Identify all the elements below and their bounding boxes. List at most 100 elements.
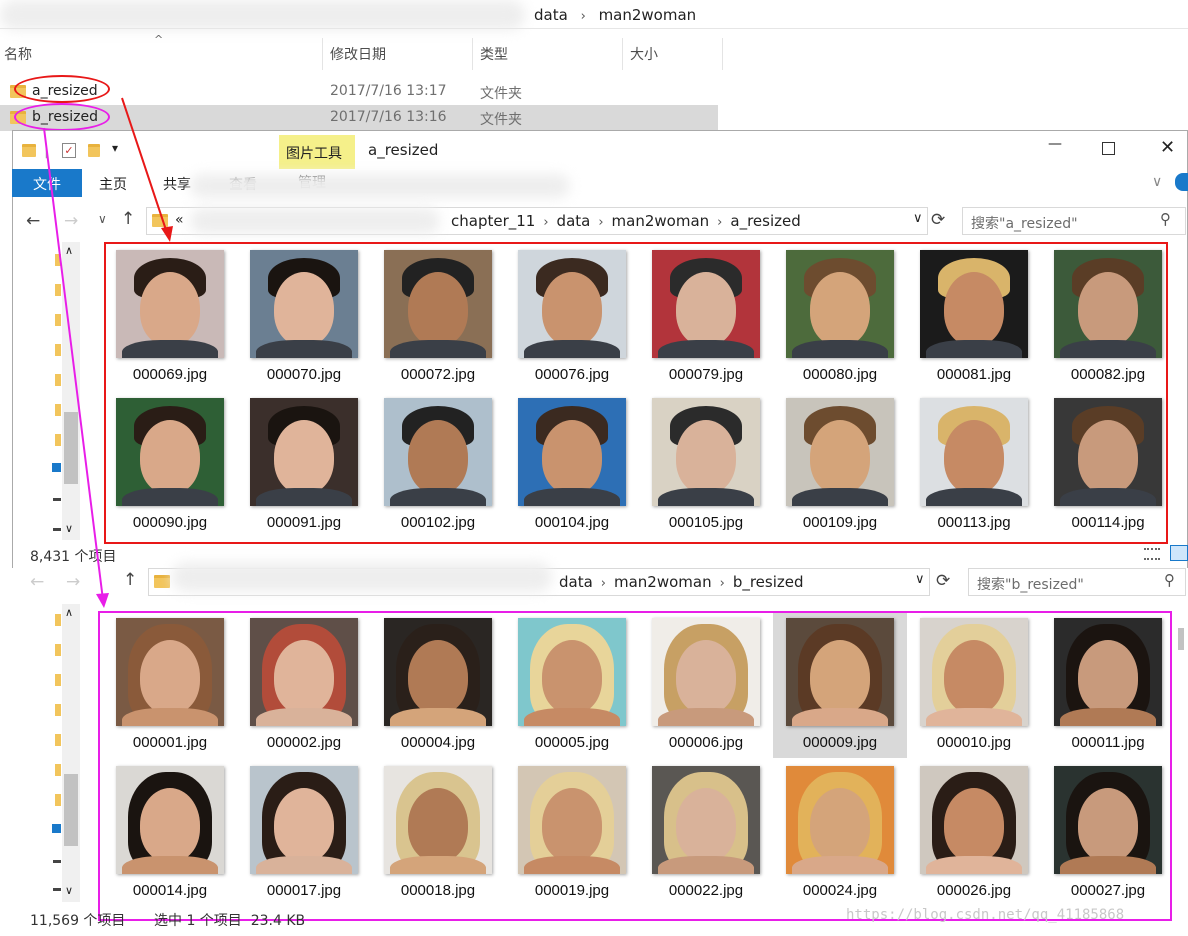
column-divider: [722, 38, 723, 70]
nav-folder-icon[interactable]: [55, 644, 61, 656]
crumb-data[interactable]: data: [557, 212, 591, 230]
column-header-date[interactable]: 修改日期: [330, 44, 386, 64]
minimize-button[interactable]: —: [1045, 136, 1065, 156]
crumb-man2woman[interactable]: man2woman: [614, 573, 712, 591]
overflow-chevron[interactable]: «: [175, 212, 184, 228]
quick-access-toolbar[interactable]: | ✓ ▾: [22, 141, 126, 161]
nav-pane-scrollbar[interactable]: ∧ ∨: [62, 604, 80, 902]
close-button[interactable]: ✕: [1160, 137, 1175, 158]
back-button[interactable]: ←: [30, 572, 44, 592]
separator: |: [44, 143, 49, 159]
details-view-icon[interactable]: [1144, 548, 1160, 560]
refresh-button[interactable]: ⟳: [931, 210, 945, 230]
scroll-down-arrow[interactable]: ∨: [65, 522, 73, 535]
chevron-right-icon: ›: [580, 9, 586, 24]
search-input-b[interactable]: 搜索"b_resized": [968, 568, 1186, 596]
column-header-name[interactable]: 名称: [4, 44, 32, 64]
crumb-man2woman[interactable]: man2woman: [612, 212, 710, 230]
nav-folder-icon[interactable]: [55, 434, 61, 446]
drive-icon[interactable]: [53, 498, 61, 501]
scroll-up-arrow[interactable]: ∧: [65, 606, 73, 619]
crumb-b-resized[interactable]: b_resized: [733, 573, 804, 591]
folder-type: 文件夹: [480, 86, 522, 102]
forward-button[interactable]: →: [64, 211, 78, 231]
scroll-up-arrow[interactable]: ∧: [65, 244, 73, 257]
scroll-down-arrow[interactable]: ∨: [65, 884, 73, 897]
address-bar-line: [0, 28, 1188, 29]
refresh-button[interactable]: ⟳: [936, 571, 950, 591]
column-header-size[interactable]: 大小: [630, 44, 658, 64]
drive-icon[interactable]: [53, 528, 61, 531]
ribbon-tab-share[interactable]: 共享: [163, 174, 191, 194]
blurred-address-path: [172, 562, 552, 592]
nav-folder-icon[interactable]: [55, 734, 61, 746]
crumb-chapter[interactable]: chapter_11: [451, 212, 535, 230]
nav-folder-icon[interactable]: [55, 764, 61, 776]
sort-arrow-icon: ^: [154, 33, 164, 46]
status-bar-count: 11,569 个项目: [30, 913, 126, 929]
chevron-right-icon: ›: [719, 576, 725, 591]
drive-icon[interactable]: [53, 860, 61, 863]
column-divider: [622, 38, 623, 70]
window-title: a_resized: [368, 141, 439, 159]
annotation-ellipse-red: [14, 75, 110, 103]
nav-folder-icon[interactable]: [55, 404, 61, 416]
column-divider: [472, 38, 473, 70]
crumb-man2woman[interactable]: man2woman: [599, 6, 697, 24]
folder-icon: [154, 575, 170, 588]
crumb-a-resized[interactable]: a_resized: [730, 212, 800, 230]
chevron-right-icon: ›: [598, 215, 604, 230]
nav-folder-icon[interactable]: [55, 614, 61, 626]
help-icon[interactable]: [1175, 173, 1188, 191]
nav-folder-icon[interactable]: [55, 374, 61, 386]
nav-folder-icon[interactable]: [55, 344, 61, 356]
up-button[interactable]: ↑: [121, 209, 135, 229]
search-input-a[interactable]: 搜索"a_resized": [962, 207, 1186, 235]
annotation-box-magenta: [98, 611, 1172, 921]
nav-folder-icon[interactable]: [55, 314, 61, 326]
column-header-type[interactable]: 类型: [480, 44, 508, 64]
recent-locations-icon[interactable]: ∨: [98, 212, 107, 226]
address-dropdown-icon[interactable]: ∨: [913, 211, 923, 226]
new-folder-icon[interactable]: [88, 144, 100, 157]
windows-drive-icon[interactable]: [52, 463, 61, 472]
ribbon-tab-home[interactable]: 主页: [99, 174, 127, 194]
large-icons-view-icon[interactable]: [1170, 545, 1188, 561]
nav-folder-icon[interactable]: [55, 674, 61, 686]
annotation-ellipse-magenta: [14, 103, 110, 131]
folder-icon: [22, 144, 36, 157]
ribbon-file-tab[interactable]: 文件: [12, 169, 82, 197]
windows-drive-icon[interactable]: [52, 824, 61, 833]
back-button[interactable]: ←: [26, 211, 40, 231]
nav-folder-icon[interactable]: [55, 794, 61, 806]
ribbon-expand-icon[interactable]: ∨: [1152, 174, 1162, 190]
address-dropdown-icon[interactable]: ∨: [915, 572, 925, 587]
properties-checkbox-icon[interactable]: ✓: [62, 143, 76, 158]
context-tab-picture-tools: 图片工具: [279, 135, 355, 169]
folder-date: 2017/7/16 13:16: [330, 109, 447, 125]
status-bar-selection: 选中 1 个项目 23.4 KB: [154, 913, 306, 929]
nav-folder-icon[interactable]: [55, 704, 61, 716]
up-button[interactable]: ↑: [123, 570, 137, 590]
watermark: https://blog.csdn.net/qq_41185868: [846, 907, 1125, 923]
scroll-thumb[interactable]: [64, 412, 78, 484]
crumb-data[interactable]: data: [559, 573, 593, 591]
nav-folder-icon[interactable]: [55, 254, 61, 266]
folder-date: 2017/7/16 13:17: [330, 83, 447, 99]
search-icon: ⚲: [1160, 210, 1171, 228]
parent-breadcrumb[interactable]: data › man2woman: [534, 6, 696, 24]
content-scrollbar[interactable]: [1178, 628, 1184, 650]
folder-type: 文件夹: [480, 112, 522, 128]
nav-folder-icon[interactable]: [55, 284, 61, 296]
column-divider: [322, 38, 323, 70]
drive-icon[interactable]: [53, 888, 61, 891]
forward-button[interactable]: →: [66, 572, 80, 592]
toolbar-dropdown-icon[interactable]: ▾: [112, 141, 118, 155]
scroll-thumb[interactable]: [64, 774, 78, 846]
annotation-box-red: [104, 242, 1168, 544]
nav-pane-scrollbar[interactable]: ∧ ∨: [62, 242, 80, 540]
maximize-button[interactable]: [1102, 142, 1115, 155]
crumb-data[interactable]: data: [534, 6, 568, 24]
chevron-right-icon: ›: [717, 215, 723, 230]
chevron-right-icon: ›: [600, 576, 606, 591]
